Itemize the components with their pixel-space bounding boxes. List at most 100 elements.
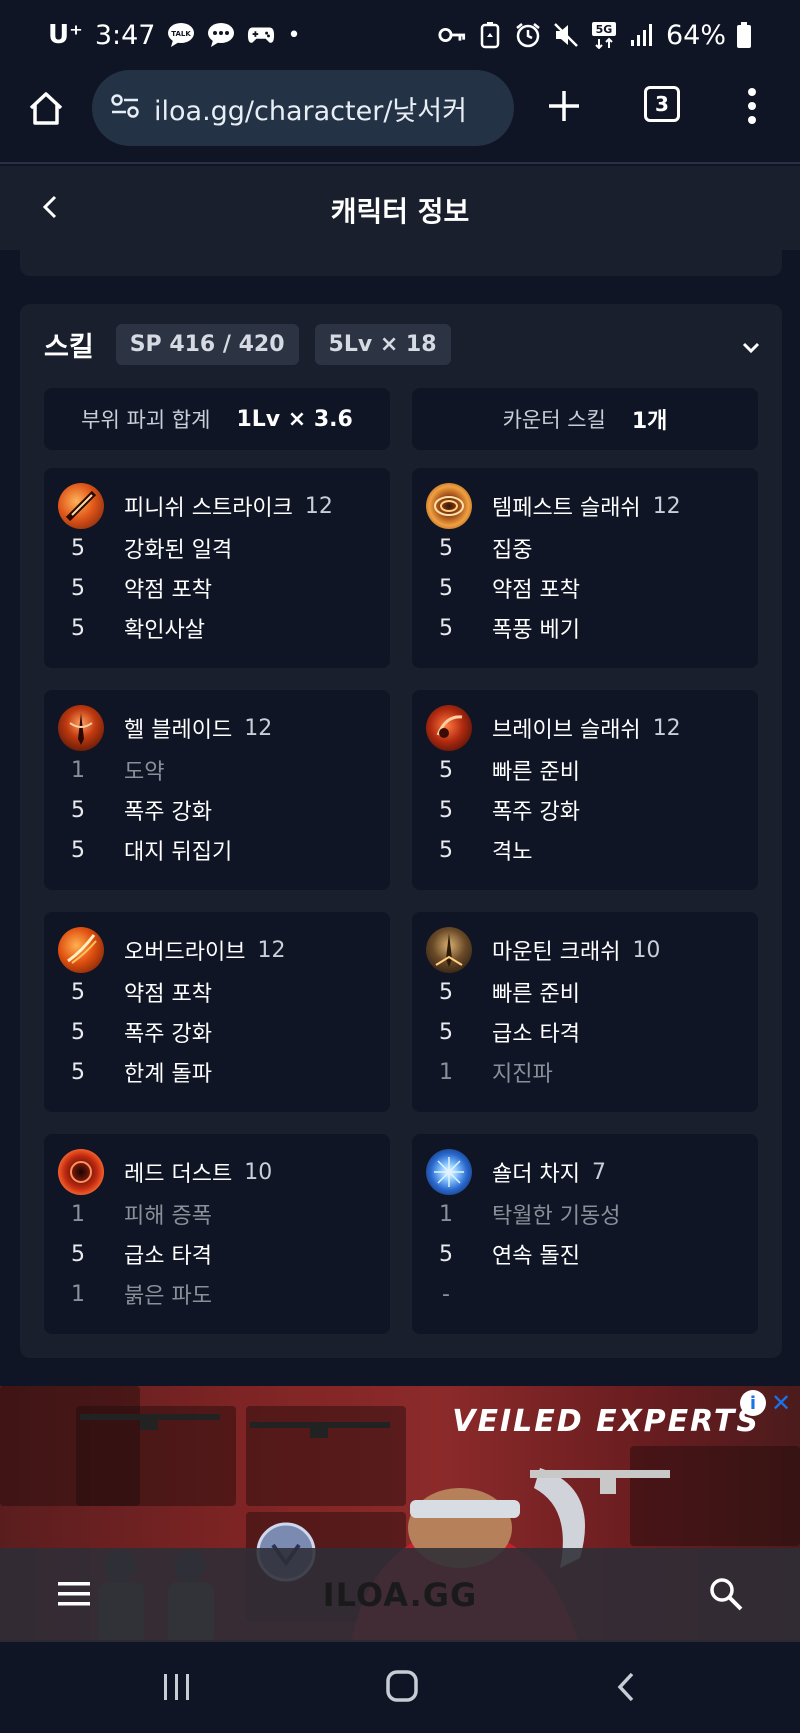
tempest-slash-skill-icon — [426, 483, 472, 529]
more-menu-icon[interactable] — [742, 84, 762, 128]
tripod-level: - — [442, 1281, 450, 1307]
skill-card[interactable]: 레드 더스트 10 1 피해 증폭 5 급소 타격 1 붉은 파도 — [44, 1134, 390, 1334]
skill-card[interactable]: 오버드라이브 12 5 약점 포착 5 폭주 강화 5 한계 돌파 — [44, 912, 390, 1112]
tripod-level: 5 — [439, 1019, 453, 1045]
tripod-row: 5 급소 타격 — [426, 1012, 758, 1052]
skill-section: 스킬 SP 416 / 420 5Lv × 18 부위 파괴 합계 1Lv × … — [20, 304, 782, 1358]
5g-icon: 5G — [590, 21, 618, 49]
tripod-row: 5 확인사살 — [58, 608, 390, 648]
tripod-level: 5 — [71, 1059, 85, 1085]
chevron-down-icon[interactable] — [738, 334, 764, 360]
skill-card[interactable]: 헬 블레이드 12 1 도약 5 폭주 강화 5 대지 뒤집기 — [44, 690, 390, 890]
tripod-level: 1 — [439, 1059, 453, 1085]
skill-name: 숄더 차지 — [492, 1162, 580, 1187]
battery-saver-icon — [476, 21, 504, 49]
tripod-row: 1 피해 증폭 — [58, 1194, 390, 1234]
tripod-level: 5 — [71, 1241, 85, 1267]
skill-level: 12 — [244, 715, 273, 741]
brand-logo[interactable]: ILOA.GG — [0, 1576, 800, 1614]
tripod-name: 빠른 준비 — [492, 760, 580, 785]
hell-blade-skill-icon — [58, 705, 104, 751]
ad-rifle-image — [530, 1470, 670, 1494]
overdrive-skill-icon — [58, 927, 104, 973]
brave-slash-skill-icon — [426, 705, 472, 751]
browser-toolbar: iloa.gg/character/낮서커 3 — [0, 70, 800, 164]
notification-dot: • — [287, 22, 301, 48]
home-icon[interactable] — [26, 88, 66, 128]
tripod-name: 피해 증폭 — [124, 1204, 212, 1229]
recent-apps-icon[interactable] — [160, 1670, 194, 1704]
address-bar[interactable]: iloa.gg/character/낮서커 — [92, 70, 514, 146]
skill-level: 7 — [591, 1159, 606, 1185]
tripod-name: 붉은 파도 — [124, 1284, 212, 1309]
nav-back-icon[interactable] — [612, 1670, 642, 1704]
tripod-level: 5 — [71, 575, 85, 601]
ad-close-icon[interactable]: ✕ — [768, 1389, 794, 1417]
game-controller-icon — [247, 21, 275, 49]
tripod-name: 폭풍 베기 — [492, 618, 580, 643]
skill-level: 12 — [652, 493, 681, 519]
tripod-level: 5 — [71, 797, 85, 823]
tripod-name: 빠른 준비 — [492, 982, 580, 1007]
tripod-row: 1 도약 — [58, 750, 390, 790]
ad-info-icon[interactable]: i — [740, 1390, 766, 1416]
skill-name: 브레이브 슬래쉬 — [492, 718, 641, 743]
tripod-row: 5 빠른 준비 — [426, 750, 758, 790]
skill-card[interactable]: 숄더 차지 7 1 탁월한 기동성 5 연속 돌진 - — [412, 1134, 758, 1334]
tripod-name: 강화된 일격 — [124, 538, 233, 563]
url-text[interactable]: iloa.gg/character/낮서커 — [154, 89, 467, 128]
tripod-name: 지진파 — [492, 1062, 553, 1087]
tripod-name: 집중 — [492, 538, 533, 563]
tripod-row: 5 연속 돌진 — [426, 1234, 758, 1274]
tripod-name: 급소 타격 — [124, 1244, 212, 1269]
tripod-row: 5 폭주 강화 — [426, 790, 758, 830]
skill-card[interactable]: 마운틴 크래쉬 10 5 빠른 준비 5 급소 타격 1 지진파 — [412, 912, 758, 1112]
bottom-app-bar: ILOA.GG — [0, 1548, 800, 1642]
talk-icon: TALK — [167, 21, 195, 49]
skill-card[interactable]: 템페스트 슬래쉬 12 5 집중 5 약점 포착 5 폭풍 베기 — [412, 468, 758, 668]
tripod-level: 5 — [439, 757, 453, 783]
skill-card[interactable]: 브레이브 슬래쉬 12 5 빠른 준비 5 폭주 강화 5 격노 — [412, 690, 758, 890]
tripod-row: 5 집중 — [426, 528, 758, 568]
skill-card[interactable]: 피니쉬 스트라이크 12 5 강화된 일격 5 약점 포착 5 확인사살 — [44, 468, 390, 668]
search-icon[interactable] — [708, 1576, 744, 1612]
tripod-name: 확인사살 — [124, 618, 205, 643]
skill-level: 12 — [257, 937, 286, 963]
skill-name: 템페스트 슬래쉬 — [492, 496, 641, 521]
tripod-name: 대지 뒤집기 — [124, 840, 233, 865]
page-title: 캐릭터 정보 — [330, 195, 470, 228]
tripod-level: 5 — [71, 979, 85, 1005]
tripod-level: 1 — [71, 1281, 85, 1307]
svg-text:5G: 5G — [596, 23, 613, 36]
tripod-name: 격노 — [492, 840, 533, 865]
tripod-level: 5 — [71, 615, 85, 641]
status-time: 3:47 — [94, 19, 156, 51]
site-settings-icon[interactable] — [110, 93, 140, 123]
level-count-badge: 5Lv × 18 — [314, 324, 451, 365]
nav-home-icon[interactable] — [384, 1668, 420, 1704]
tripod-level: 5 — [439, 837, 453, 863]
skill-grid: 피니쉬 스트라이크 12 5 강화된 일격 5 약점 포착 5 확인사살 템페스트 슬… — [44, 468, 758, 1334]
ad-rifle-image — [250, 1422, 390, 1438]
battery-percent: 64% — [665, 19, 726, 51]
new-tab-icon[interactable] — [546, 88, 582, 124]
tripod-level: 1 — [439, 1201, 453, 1227]
tripod-level: 5 — [439, 535, 453, 561]
tripod-row: 1 지진파 — [426, 1052, 758, 1092]
tab-switcher-button[interactable]: 3 — [644, 86, 680, 122]
tripod-level: 1 — [71, 757, 85, 783]
tripod-row: 1 탁월한 기동성 — [426, 1194, 758, 1234]
skill-name: 피니쉬 스트라이크 — [124, 496, 293, 521]
skill-level: 12 — [652, 715, 681, 741]
tripod-row: 5 급소 타격 — [58, 1234, 390, 1274]
tripod-name: 폭주 강화 — [124, 1022, 212, 1047]
tripod-level: 5 — [71, 837, 85, 863]
tripod-row: 5 빠른 준비 — [426, 972, 758, 1012]
tripod-row: 5 한계 돌파 — [58, 1052, 390, 1092]
tripod-level: 5 — [71, 535, 85, 561]
skill-level: 10 — [244, 1159, 273, 1185]
skill-name: 마운틴 크래쉬 — [492, 940, 621, 965]
tripod-row: 5 약점 포착 — [426, 568, 758, 608]
skill-name: 헬 블레이드 — [124, 718, 233, 743]
tripod-level: 5 — [71, 1019, 85, 1045]
